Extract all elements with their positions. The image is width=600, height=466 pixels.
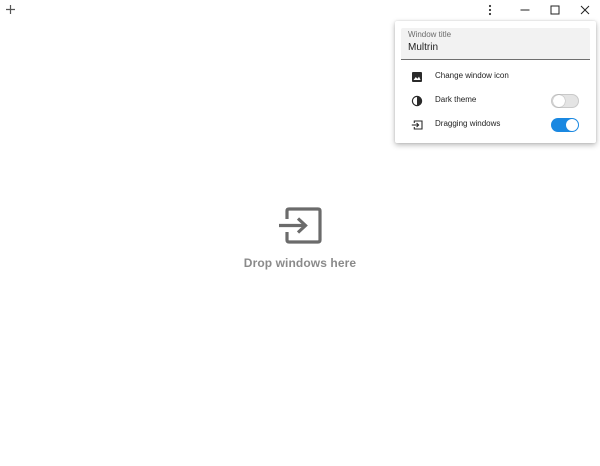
input-arrow-icon [279,207,322,244]
close-icon [580,5,590,15]
window-title-input[interactable] [407,40,584,54]
minimize-button[interactable] [510,0,540,20]
maximize-icon [550,5,560,15]
close-button[interactable] [570,0,600,20]
dragging-windows-toggle[interactable] [551,118,579,132]
dark-theme-toggle[interactable] [551,94,579,108]
menu-item-label: Change window icon [435,71,509,80]
more-vert-icon [488,4,492,16]
minimize-icon [520,9,530,11]
input-arrow-icon [411,120,423,130]
maximize-button[interactable] [540,0,570,20]
window-title-label: Window title [408,30,452,39]
menu-item-change-icon[interactable]: Change window icon [395,66,596,88]
menu-item-dark-theme[interactable]: Dark theme [395,90,596,112]
menu-item-label: Dragging windows [435,119,501,128]
drop-zone[interactable]: Drop windows here [0,190,600,290]
toggle-knob [566,119,578,131]
toggle-knob [553,95,565,107]
plus-icon [5,4,15,14]
image-icon [412,72,422,82]
menu-item-label: Dark theme [435,95,477,104]
drop-hint: Drop windows here [243,256,357,270]
app-window: Drop windows here Window title Change wi… [0,0,600,466]
menu-item-dragging-windows[interactable]: Dragging windows [395,114,596,136]
add-tab-button[interactable] [3,2,17,16]
settings-popup: Window title Change window icon Dark the… [395,21,596,143]
menu-button[interactable] [475,0,505,20]
window-title-field[interactable]: Window title [401,28,590,60]
contrast-icon [411,95,423,107]
